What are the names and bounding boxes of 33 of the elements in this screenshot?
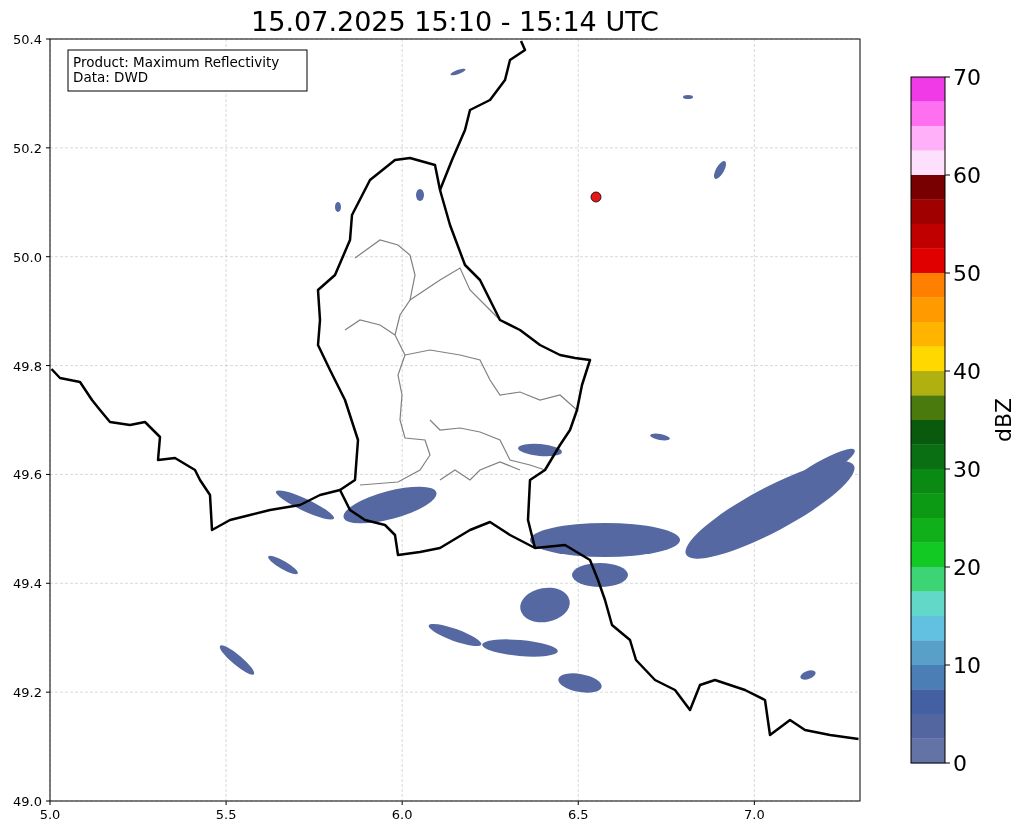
tick-label: 50.4 bbox=[13, 32, 42, 47]
tick-label: 5.0 bbox=[39, 807, 61, 822]
tick-mark bbox=[944, 174, 951, 176]
colorbar-tick-label: 30 bbox=[953, 457, 981, 482]
colorbar-tick-label: 50 bbox=[953, 261, 981, 286]
tick-label: 7.0 bbox=[744, 807, 765, 822]
tick-label: 49.4 bbox=[13, 576, 42, 592]
info-text: Product: Maximum Reflectivity bbox=[73, 54, 280, 70]
colorbar-label: dBZ bbox=[991, 397, 1016, 443]
chart-title: 15.07.2025 15:10 - 15:14 UTC bbox=[251, 6, 659, 37]
tick-mark bbox=[944, 566, 951, 568]
tick-label: 6.0 bbox=[391, 807, 413, 822]
tick-mark bbox=[944, 272, 951, 274]
tick-mark bbox=[944, 76, 951, 78]
tick-label: 50.2 bbox=[13, 140, 42, 156]
tick-label: 49.0 bbox=[13, 794, 42, 809]
colorbar-tick-label: 0 bbox=[953, 751, 967, 776]
tick-label: 50.0 bbox=[13, 249, 42, 265]
tick-mark bbox=[944, 370, 951, 372]
colorbar-tick-label: 20 bbox=[953, 555, 981, 580]
tick-mark bbox=[944, 468, 951, 470]
colorbar-tick-label: 60 bbox=[953, 163, 981, 188]
info-text: Data: DWD bbox=[73, 69, 149, 85]
tick-label: 6.5 bbox=[567, 807, 589, 822]
colorbar-tick-label: 70 bbox=[953, 65, 981, 90]
tick-mark bbox=[944, 664, 951, 666]
tick-label: 49.2 bbox=[13, 685, 42, 701]
tick-label: 5.5 bbox=[215, 807, 237, 822]
tick-mark bbox=[944, 762, 951, 764]
tick-label: 49.8 bbox=[13, 358, 42, 374]
tick-label: 49.6 bbox=[13, 467, 42, 483]
colorbar-tick-label: 40 bbox=[953, 359, 981, 384]
colorbar-tick-label: 10 bbox=[953, 653, 981, 678]
